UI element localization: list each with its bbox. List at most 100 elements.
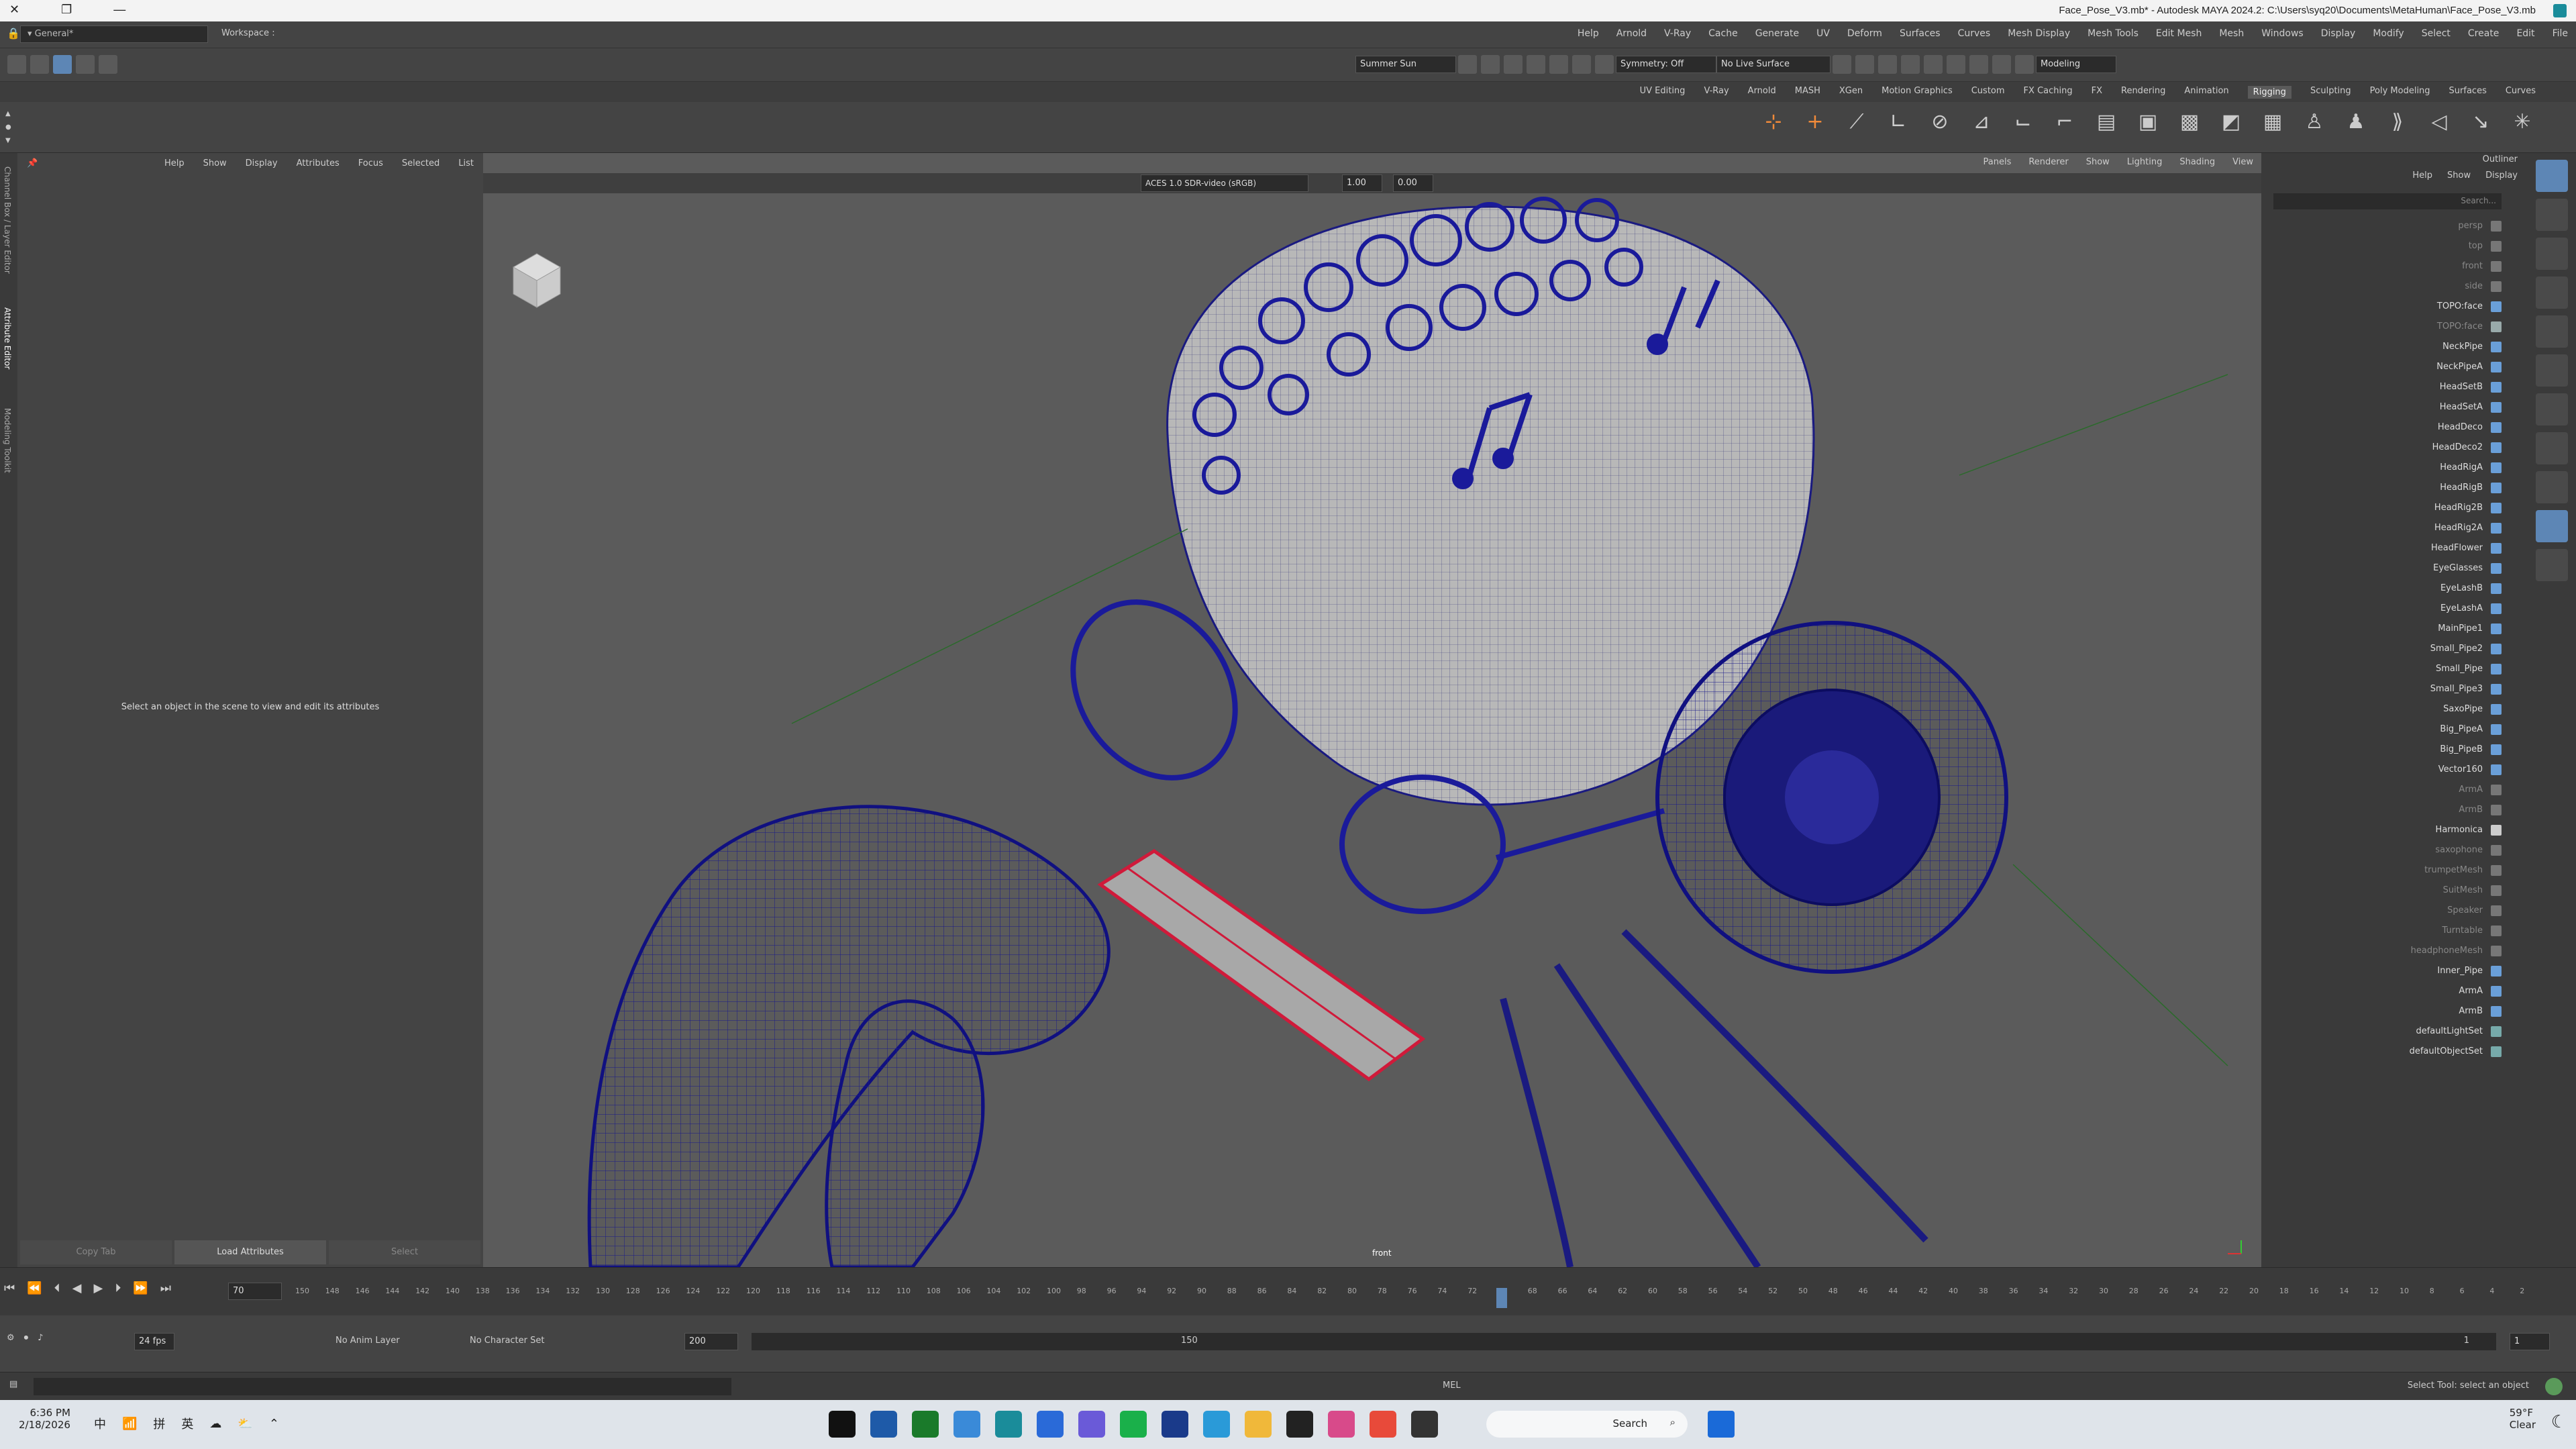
play-forward-icon[interactable]: ▶ (93, 1281, 103, 1295)
paint-select-icon[interactable] (2535, 238, 2568, 270)
render-icon[interactable] (1458, 55, 1477, 74)
outliner-item[interactable]: ArmB (2275, 1001, 2510, 1021)
menu-display[interactable]: Display (2321, 28, 2356, 39)
pycharm-icon[interactable] (912, 1411, 939, 1438)
shelf-scroll-icon[interactable]: ▲ ● ▼ (5, 107, 13, 148)
file-explorer-icon[interactable] (1245, 1411, 1272, 1438)
preferences-icon[interactable]: ⚙ (7, 1333, 15, 1343)
copy-tab-button[interactable]: Copy Tab (20, 1240, 172, 1264)
ik-handle-icon[interactable]: ↘ (2467, 109, 2494, 136)
paint-weights-icon[interactable]: ◩ (2218, 109, 2245, 136)
menu-create[interactable]: Create (2468, 28, 2500, 39)
modeling-toolkit-tab[interactable]: Modeling Toolkit (3, 408, 12, 473)
outliner-item[interactable]: headphoneMesh (2275, 941, 2510, 961)
command-lang-label[interactable]: MEL (1443, 1381, 1461, 1391)
snap-curve-icon[interactable] (30, 55, 49, 74)
blend-shape-icon[interactable]: ▤ (2093, 109, 2120, 136)
shelf-tab-fx[interactable]: FX (2092, 86, 2102, 99)
viewport-menu-shading[interactable]: Shading (2179, 157, 2215, 167)
outliner-item[interactable]: EyeGlasses (2275, 558, 2510, 579)
undo-icon[interactable] (1924, 55, 1943, 74)
attr-menu-selected[interactable]: Selected (402, 158, 440, 168)
shelf-tab-uv-editing[interactable]: UV Editing (1640, 86, 1686, 99)
menu-windows[interactable]: Windows (2261, 28, 2304, 39)
shelf-tab-v-ray[interactable]: V-Ray (1704, 86, 1729, 99)
save-scene-icon[interactable] (2015, 55, 2034, 74)
shelf-tab-sculpting[interactable]: Sculpting (2310, 86, 2351, 99)
attr-menu-help[interactable]: Help (164, 158, 185, 168)
outliner-item[interactable]: Small_Pipe2 (2275, 639, 2510, 659)
menu-edit-mesh[interactable]: Edit Mesh (2156, 28, 2202, 39)
outliner-search[interactable]: Search... (2273, 193, 2502, 209)
outliner-item[interactable]: defaultObjectSet (2275, 1042, 2510, 1062)
outliner-item[interactable]: NeckPipeA (2275, 357, 2510, 377)
outliner-item[interactable]: Small_Pipe3 (2275, 679, 2510, 699)
menu-modify[interactable]: Modify (2373, 28, 2404, 39)
viewport-menu-renderer[interactable]: Renderer (2028, 157, 2068, 167)
menu-mesh[interactable]: Mesh (2219, 28, 2244, 39)
shelf-tab-surfaces[interactable]: Surfaces (2449, 86, 2487, 99)
point-constraint-icon[interactable]: ⟋ (1843, 109, 1870, 136)
lang-pinyin-label[interactable]: 拼 (153, 1415, 165, 1432)
load-attributes-button[interactable]: Load Attributes (174, 1240, 326, 1264)
outliner-item[interactable]: Inner_Pipe (2275, 961, 2510, 981)
workspace-selector[interactable]: ▾ General* (20, 26, 208, 43)
menu-edit[interactable]: Edit (2516, 28, 2534, 39)
outliner-item[interactable]: MainPipe1 (2275, 619, 2510, 639)
layout-single-icon[interactable] (2535, 393, 2568, 426)
chrome-icon[interactable] (1370, 1411, 1396, 1438)
lasso-tool-icon[interactable] (2535, 199, 2568, 231)
character-set-label[interactable]: No Character Set (470, 1336, 544, 1346)
outliner-menu-show[interactable]: Show (2447, 170, 2471, 181)
viewport-panel[interactable]: View Shading Lighting Show Renderer Panels AC… (483, 153, 2261, 1267)
select-tool-icon[interactable] (2535, 160, 2568, 192)
auto-key-icon[interactable]: ⏺ (24, 1333, 29, 1343)
sound-icon[interactable]: ♪ (38, 1333, 43, 1343)
menu-v-ray[interactable]: V-Ray (1664, 28, 1691, 39)
outliner-menu-help[interactable]: Help (2412, 170, 2432, 181)
terminal-icon[interactable] (1411, 1411, 1438, 1438)
shelf-tab-xgen[interactable]: XGen (1839, 86, 1863, 99)
outliner-item[interactable]: HeadRig2A (2275, 518, 2510, 538)
ik-spline-icon[interactable]: ◁ (2426, 109, 2453, 136)
app-pink-icon[interactable] (1328, 1411, 1355, 1438)
shelf-tab-mash[interactable]: MASH (1795, 86, 1820, 99)
new-scene-icon[interactable] (1969, 55, 1988, 74)
current-frame-marker[interactable] (1496, 1288, 1507, 1308)
wechat-icon[interactable] (1120, 1411, 1147, 1438)
onedrive-icon[interactable]: ⛅ (238, 1417, 252, 1431)
mel-input[interactable] (34, 1378, 731, 1395)
outliner-item[interactable]: trumpetMesh (2275, 860, 2510, 881)
attr-menu-list[interactable]: List (458, 158, 474, 168)
outliner-item[interactable]: ArmA (2275, 981, 2510, 1001)
shelf-tab-arnold[interactable]: Arnold (1748, 86, 1776, 99)
menu-generate[interactable]: Generate (1755, 28, 1799, 39)
shelf-tab-curves[interactable]: Curves (2506, 86, 2536, 99)
render-settings-icon[interactable] (1504, 55, 1523, 74)
maya-taskbar-icon[interactable] (995, 1411, 1022, 1438)
end-frame-field[interactable]: 200 (684, 1333, 738, 1350)
joint-icon[interactable]: ✳ (2509, 109, 2536, 136)
shelf-tab-poly-modeling[interactable]: Poly Modeling (2370, 86, 2430, 99)
quick-rig-icon[interactable]: ♙ (2301, 109, 2328, 136)
step-back-icon[interactable]: ⏴ (54, 1281, 60, 1295)
step-forward-key-icon[interactable]: ⏩ (133, 1281, 148, 1295)
outliner-item[interactable]: HeadRigA (2275, 458, 2510, 478)
attr-menu-attributes[interactable]: Attributes (297, 158, 340, 168)
rotate-tool-icon[interactable] (2535, 315, 2568, 348)
humanik-icon[interactable]: ♟ (2342, 109, 2369, 136)
viewport-menu-lighting[interactable]: Lighting (2127, 157, 2163, 167)
outliner-item[interactable]: Speaker (2275, 901, 2510, 921)
outliner-item[interactable]: HeadDeco2 (2275, 438, 2510, 458)
menu-help[interactable]: Help (1578, 28, 1599, 39)
start-frame-field[interactable]: 1 (2510, 1333, 2550, 1350)
weather-widget[interactable]: 59°F Clear (2510, 1407, 2536, 1431)
outliner-item[interactable]: Big_PipeA (2275, 719, 2510, 740)
menu-uv[interactable]: UV (1816, 28, 1830, 39)
outliner-item[interactable]: front (2275, 256, 2510, 277)
ipr-icon[interactable] (1481, 55, 1500, 74)
menu-curves[interactable]: Curves (1958, 28, 1991, 39)
script-editor-icon[interactable]: ▤ (9, 1379, 17, 1389)
viewport-menu-panels[interactable]: Panels (1983, 157, 2012, 167)
menu-cache[interactable]: Cache (1708, 28, 1738, 39)
